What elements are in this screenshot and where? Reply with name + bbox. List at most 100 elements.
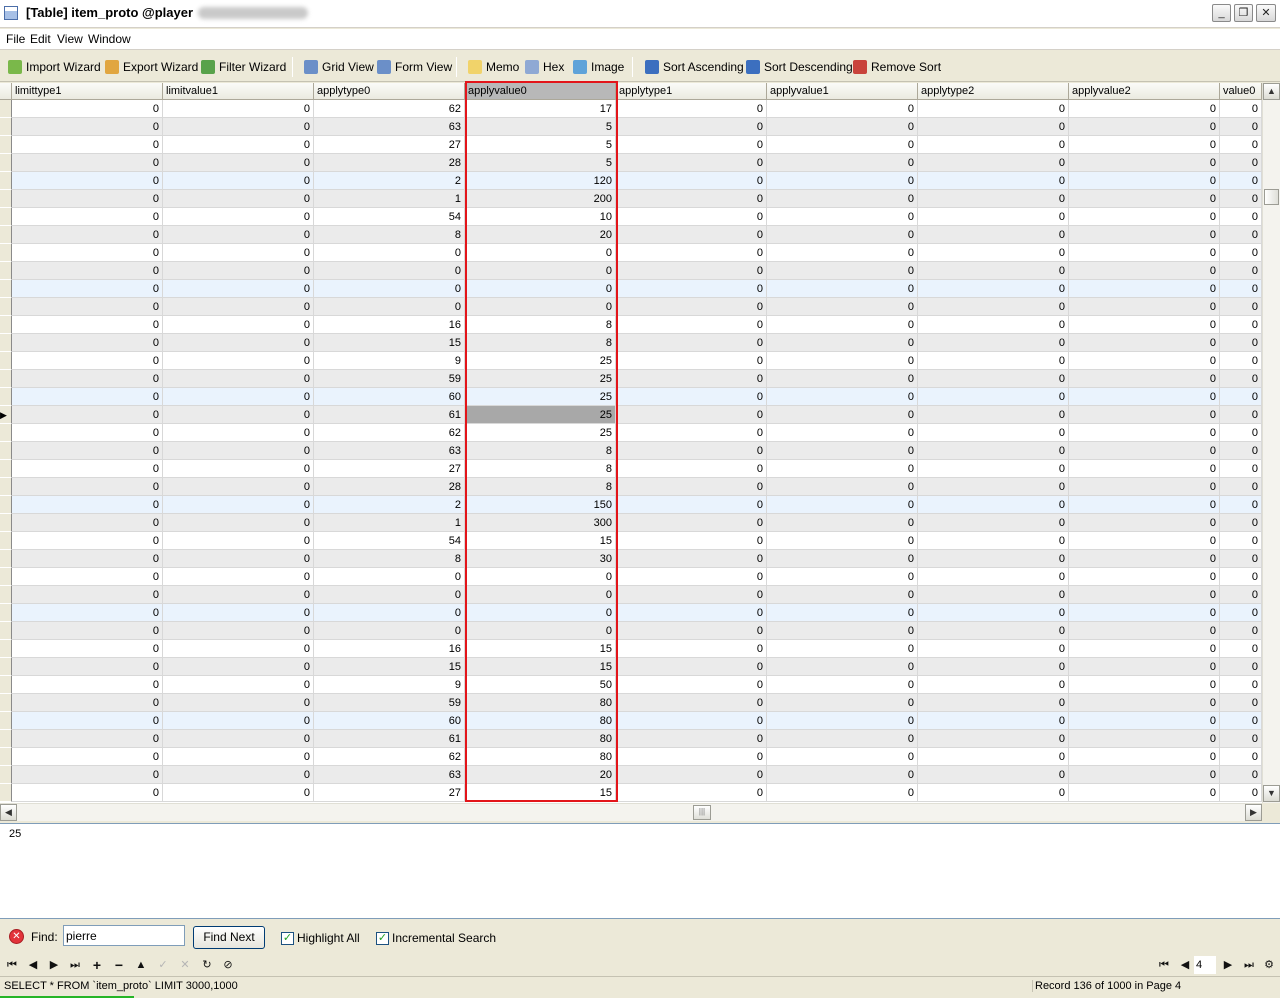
cell-applyvalue1[interactable]: 0 [767, 712, 918, 730]
cell-applyvalue0[interactable]: 5 [465, 136, 616, 154]
cell-applytype1[interactable]: 0 [616, 622, 767, 640]
cell-applyvalue1[interactable]: 0 [767, 118, 918, 136]
minimize-button[interactable]: _ [1212, 4, 1231, 22]
cell-applyvalue0[interactable]: 80 [465, 694, 616, 712]
cell-limittype1[interactable]: 0 [12, 586, 163, 604]
cell-value0[interactable]: 0 [1220, 388, 1262, 406]
cell-applyvalue2[interactable]: 0 [1069, 298, 1220, 316]
cell-applyvalue2[interactable]: 0 [1069, 730, 1220, 748]
table-row[interactable]: 000000000 [0, 244, 1262, 262]
cell-applyvalue2[interactable]: 0 [1069, 172, 1220, 190]
cell-limittype1[interactable]: 0 [12, 280, 163, 298]
cell-applyvalue0[interactable]: 25 [465, 370, 616, 388]
cell-applyvalue0[interactable]: 80 [465, 730, 616, 748]
menu-window[interactable]: Window [88, 32, 131, 46]
cell-limitvalue1[interactable]: 0 [163, 298, 314, 316]
cell-applytype1[interactable]: 0 [616, 442, 767, 460]
row-indicator[interactable] [0, 442, 12, 460]
cell-applyvalue0[interactable]: 25 [465, 406, 616, 424]
row-indicator[interactable] [0, 604, 12, 622]
cell-applytype0[interactable]: 60 [314, 712, 465, 730]
cell-applyvalue1[interactable]: 0 [767, 514, 918, 532]
cell-applyvalue1[interactable]: 0 [767, 622, 918, 640]
table-row[interactable]: 0 0 9 50 0 0 0 0 0 [0, 676, 1262, 694]
cell-applyvalue1[interactable]: 0 [767, 190, 918, 208]
column-header-applytype2[interactable]: applytype2 [918, 83, 1069, 100]
hex-button[interactable]: Hex [525, 58, 564, 76]
table-row[interactable]: 0 0 54 15 0 0 0 0 0 [0, 532, 1262, 550]
cell-applyvalue2[interactable]: 0 [1069, 568, 1220, 586]
cell-applytype1[interactable]: 0 [616, 154, 767, 172]
cell-applyvalue0[interactable]: 20 [465, 766, 616, 784]
table-row[interactable]: 0 0 27 5 0 0 0 0 0 [0, 136, 1262, 154]
row-indicator[interactable] [0, 658, 12, 676]
cell-limittype1[interactable]: 0 [12, 370, 163, 388]
cell-applytype0[interactable]: 1 [314, 514, 465, 532]
cell-applytype1[interactable]: 0 [616, 730, 767, 748]
cell-applytype2[interactable]: 0 [918, 208, 1069, 226]
row-indicator[interactable] [0, 352, 12, 370]
cell-applytype2[interactable]: 0 [918, 406, 1069, 424]
table-row[interactable]: 0 0 8 30 0 0 0 0 0 [0, 550, 1262, 568]
row-indicator[interactable] [0, 766, 12, 784]
cell-applytype0[interactable]: 63 [314, 766, 465, 784]
cell-applyvalue2[interactable]: 0 [1069, 226, 1220, 244]
cell-applyvalue1[interactable]: 0 [767, 334, 918, 352]
sort-ascending-button[interactable]: Sort Ascending [645, 58, 744, 76]
memo-panel[interactable]: 25 [0, 823, 1280, 919]
cell-value0[interactable]: 0 [1220, 334, 1262, 352]
cell-limitvalue1[interactable]: 0 [163, 622, 314, 640]
table-row[interactable]: 0 0 63 5 0 0 0 0 0 [0, 118, 1262, 136]
cell-applyvalue2[interactable]: 0 [1069, 622, 1220, 640]
cell-applyvalue2[interactable]: 0 [1069, 406, 1220, 424]
current-row-indicator-icon[interactable]: ▶ [0, 406, 12, 424]
cell-applytype1[interactable]: 0 [616, 262, 767, 280]
row-indicator[interactable] [0, 748, 12, 766]
cell-applyvalue1[interactable]: 0 [767, 352, 918, 370]
cell-limittype1[interactable]: 0 [12, 730, 163, 748]
memo-button[interactable]: Memo [468, 58, 519, 76]
cell-applyvalue1[interactable]: 0 [767, 604, 918, 622]
cell-limitvalue1[interactable]: 0 [163, 100, 314, 118]
table-row[interactable]: 0 0 27 15 0 0 0 0 0 [0, 784, 1262, 802]
cell-applyvalue2[interactable]: 0 [1069, 100, 1220, 118]
cell-applyvalue2[interactable]: 0 [1069, 424, 1220, 442]
table-row[interactable]: 0 0 28 8 0 0 0 0 0 [0, 478, 1262, 496]
cell-value0[interactable]: 0 [1220, 622, 1262, 640]
cell-limittype1[interactable]: 0 [12, 622, 163, 640]
cell-applytype1[interactable]: 0 [616, 496, 767, 514]
cell-applytype0[interactable]: 9 [314, 676, 465, 694]
cell-applytype0[interactable]: 15 [314, 334, 465, 352]
table-row[interactable]: ▶ 0 0 61 25 0 0 0 0 0 [0, 406, 1262, 424]
cell-value0[interactable]: 0 [1220, 784, 1262, 802]
cell-applyvalue1[interactable]: 0 [767, 766, 918, 784]
cell-value0[interactable]: 0 [1220, 118, 1262, 136]
next-page-icon[interactable]: ▶ [1220, 957, 1236, 973]
cell-applyvalue0[interactable]: 8 [465, 478, 616, 496]
cell-applytype1[interactable]: 0 [616, 406, 767, 424]
cell-limittype1[interactable]: 0 [12, 424, 163, 442]
cell-limitvalue1[interactable]: 0 [163, 748, 314, 766]
cell-applytype2[interactable]: 0 [918, 334, 1069, 352]
cell-applytype0[interactable]: 63 [314, 118, 465, 136]
cell-applyvalue2[interactable]: 0 [1069, 154, 1220, 172]
table-row[interactable]: 0 0 28 5 0 0 0 0 0 [0, 154, 1262, 172]
cell-applytype2[interactable]: 0 [918, 244, 1069, 262]
row-indicator[interactable] [0, 190, 12, 208]
cell-limitvalue1[interactable]: 0 [163, 352, 314, 370]
table-row[interactable]: 0 0 61 80 0 0 0 0 0 [0, 730, 1262, 748]
vertical-scroll-thumb[interactable] [1264, 189, 1279, 205]
row-indicator[interactable] [0, 136, 12, 154]
cell-limittype1[interactable]: 0 [12, 298, 163, 316]
row-indicator[interactable] [0, 370, 12, 388]
cell-applytype2[interactable]: 0 [918, 676, 1069, 694]
cell-applyvalue2[interactable]: 0 [1069, 262, 1220, 280]
cell-limitvalue1[interactable]: 0 [163, 766, 314, 784]
cell-applytype1[interactable]: 0 [616, 676, 767, 694]
row-indicator[interactable] [0, 730, 12, 748]
cell-applytype0[interactable]: 62 [314, 100, 465, 118]
scroll-up-icon[interactable]: ▲ [1263, 83, 1280, 100]
cell-limitvalue1[interactable]: 0 [163, 334, 314, 352]
cell-applytype1[interactable]: 0 [616, 640, 767, 658]
cell-applyvalue1[interactable]: 0 [767, 478, 918, 496]
